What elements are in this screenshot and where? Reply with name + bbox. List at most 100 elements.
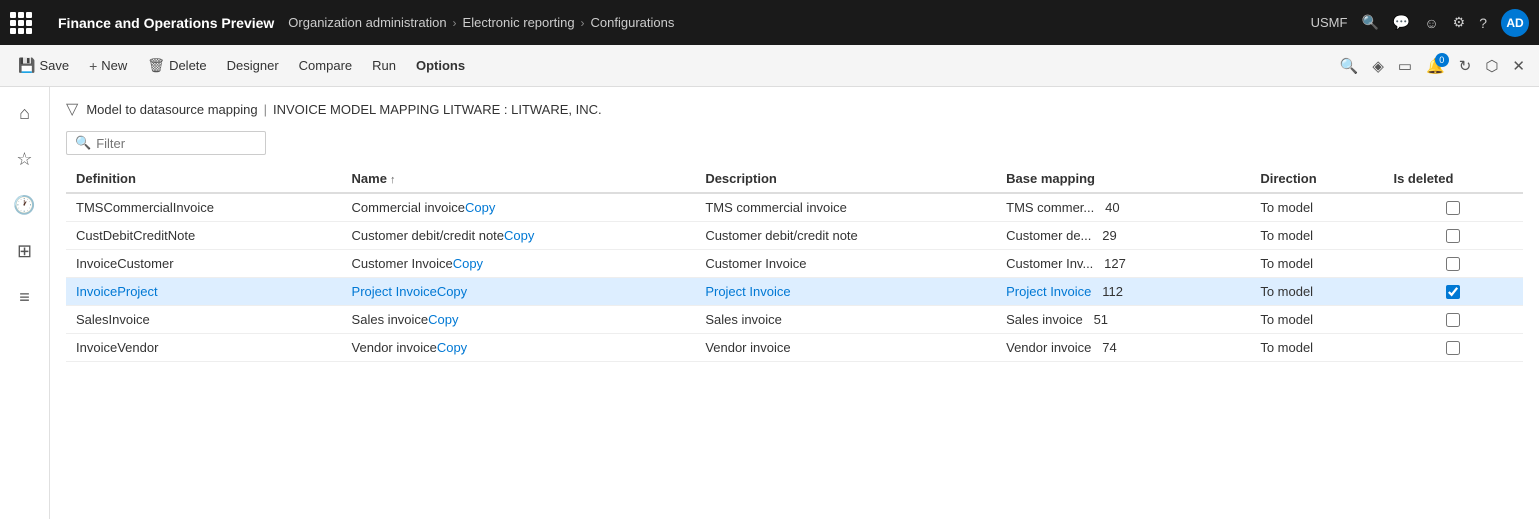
col-base-mapping[interactable]: Base mapping: [996, 165, 1250, 193]
toolbar-search-icon[interactable]: 🔍: [1340, 57, 1359, 75]
sidebar-item-workspace[interactable]: ⊞: [7, 233, 43, 269]
is-deleted-checkbox[interactable]: [1446, 257, 1460, 271]
diamond-icon[interactable]: ◈: [1368, 53, 1388, 79]
cell-name: Sales invoiceCopy: [342, 306, 696, 334]
name-base[interactable]: Project Invoice: [352, 284, 437, 299]
col-name[interactable]: Name: [342, 165, 696, 193]
cell-is-deleted[interactable]: [1383, 278, 1523, 306]
content-sep: |: [264, 102, 267, 117]
definition-value[interactable]: InvoiceProject: [76, 284, 158, 299]
close-icon[interactable]: ✕: [1508, 53, 1529, 79]
cell-description: Customer Invoice: [695, 250, 996, 278]
compare-button[interactable]: Compare: [291, 54, 360, 77]
table-row[interactable]: CustDebitCreditNote Customer debit/credi…: [66, 222, 1523, 250]
cell-name: Customer InvoiceCopy: [342, 250, 696, 278]
filter-icon[interactable]: ▽: [66, 99, 78, 119]
table-row[interactable]: SalesInvoice Sales invoiceCopy Sales inv…: [66, 306, 1523, 334]
run-label: Run: [372, 58, 396, 73]
panel-icon[interactable]: ▭: [1394, 53, 1416, 79]
table-row[interactable]: TMSCommercialInvoice Commercial invoiceC…: [66, 193, 1523, 222]
breadcrumb-er[interactable]: Electronic reporting: [463, 15, 575, 30]
is-deleted-checkbox[interactable]: [1446, 285, 1460, 299]
is-deleted-checkbox[interactable]: [1446, 313, 1460, 327]
table-row[interactable]: InvoiceProject Project InvoiceCopy Proje…: [66, 278, 1523, 306]
sidebar-item-home[interactable]: ⌂: [7, 95, 43, 131]
base-mapping-text[interactable]: Project Invoice: [1006, 284, 1091, 299]
compare-label: Compare: [299, 58, 352, 73]
cell-direction: To model: [1250, 334, 1383, 362]
breadcrumb-org[interactable]: Organization administration: [288, 15, 446, 30]
cell-description: Sales invoice: [695, 306, 996, 334]
cell-description: Project Invoice: [695, 278, 996, 306]
cell-direction: To model: [1250, 250, 1383, 278]
name-base: Customer Invoice: [352, 256, 453, 271]
cell-is-deleted[interactable]: [1383, 250, 1523, 278]
is-deleted-checkbox[interactable]: [1446, 201, 1460, 215]
top-breadcrumb: Organization administration › Electronic…: [288, 15, 1310, 30]
chat-icon[interactable]: 💬: [1393, 14, 1410, 31]
cell-definition: InvoiceCustomer: [66, 250, 342, 278]
notification-icon[interactable]: 🔔 0: [1422, 53, 1449, 79]
table-row[interactable]: InvoiceVendor Vendor invoiceCopy Vendor …: [66, 334, 1523, 362]
cell-name: Customer debit/credit noteCopy: [342, 222, 696, 250]
name-base: Vendor invoice: [352, 340, 437, 355]
breadcrumb-sep-1: ›: [453, 16, 457, 30]
cell-is-deleted[interactable]: [1383, 193, 1523, 222]
cell-direction: To model: [1250, 193, 1383, 222]
search-icon[interactable]: 🔍: [1361, 14, 1378, 31]
open-icon[interactable]: ⬡: [1481, 53, 1502, 79]
options-button[interactable]: Options: [408, 54, 473, 77]
description-value: TMS commercial invoice: [705, 200, 847, 215]
name-base: Commercial invoice: [352, 200, 465, 215]
col-description[interactable]: Description: [695, 165, 996, 193]
description-value[interactable]: Project Invoice: [705, 284, 790, 299]
col-is-deleted[interactable]: Is deleted: [1383, 165, 1523, 193]
description-value: Customer debit/credit note: [705, 228, 857, 243]
breadcrumb-sep-2: ›: [581, 16, 585, 30]
table-row[interactable]: InvoiceCustomer Customer InvoiceCopy Cus…: [66, 250, 1523, 278]
refresh-icon[interactable]: ↻: [1455, 53, 1476, 79]
cell-base-mapping: Project Invoice 112: [996, 278, 1250, 306]
sidebar-item-recent[interactable]: 🕐: [7, 187, 43, 223]
run-button[interactable]: Run: [364, 54, 404, 77]
base-mapping-num: 112: [1102, 284, 1129, 299]
name-suffix: Copy: [437, 284, 467, 299]
delete-button[interactable]: 🗑 Delete: [139, 53, 214, 78]
cell-description: TMS commercial invoice: [695, 193, 996, 222]
cell-is-deleted[interactable]: [1383, 334, 1523, 362]
save-button[interactable]: 💾 Save: [10, 53, 77, 78]
content-breadcrumb: Model to datasource mapping | INVOICE MO…: [86, 102, 601, 117]
filter-input[interactable]: [96, 136, 257, 151]
base-mapping-text: Sales invoice: [1006, 312, 1083, 327]
settings-icon[interactable]: ⚙: [1453, 14, 1466, 31]
cell-is-deleted[interactable]: [1383, 222, 1523, 250]
emoji-icon[interactable]: ☺: [1424, 15, 1438, 31]
cell-definition: SalesInvoice: [66, 306, 342, 334]
base-mapping-num: 51: [1094, 312, 1114, 327]
filter-input-icon: 🔍: [75, 135, 91, 151]
name-suffix: Copy: [504, 228, 534, 243]
col-definition[interactable]: Definition: [66, 165, 342, 193]
name-suffix: Copy: [428, 312, 458, 327]
user-avatar[interactable]: AD: [1501, 9, 1529, 37]
cell-name: Commercial invoiceCopy: [342, 193, 696, 222]
new-button[interactable]: + New: [81, 54, 135, 78]
sidebar-item-star[interactable]: ☆: [7, 141, 43, 177]
designer-button[interactable]: Designer: [219, 54, 287, 77]
delete-icon: 🗑: [147, 57, 165, 74]
sidebar-item-list[interactable]: ≡: [7, 279, 43, 315]
filter-input-wrap[interactable]: 🔍: [66, 131, 266, 155]
definition-value: CustDebitCreditNote: [76, 228, 195, 243]
is-deleted-checkbox[interactable]: [1446, 229, 1460, 243]
base-mapping-num: 127: [1104, 256, 1132, 271]
breadcrumb-configs[interactable]: Configurations: [591, 15, 675, 30]
app-grid-button[interactable]: [10, 12, 32, 34]
help-icon[interactable]: ?: [1479, 15, 1487, 31]
delete-label: Delete: [169, 58, 207, 73]
cell-is-deleted[interactable]: [1383, 306, 1523, 334]
cell-direction: To model: [1250, 306, 1383, 334]
is-deleted-checkbox[interactable]: [1446, 341, 1460, 355]
company-label: USMF: [1311, 15, 1348, 30]
col-direction[interactable]: Direction: [1250, 165, 1383, 193]
cell-base-mapping: Vendor invoice 74: [996, 334, 1250, 362]
